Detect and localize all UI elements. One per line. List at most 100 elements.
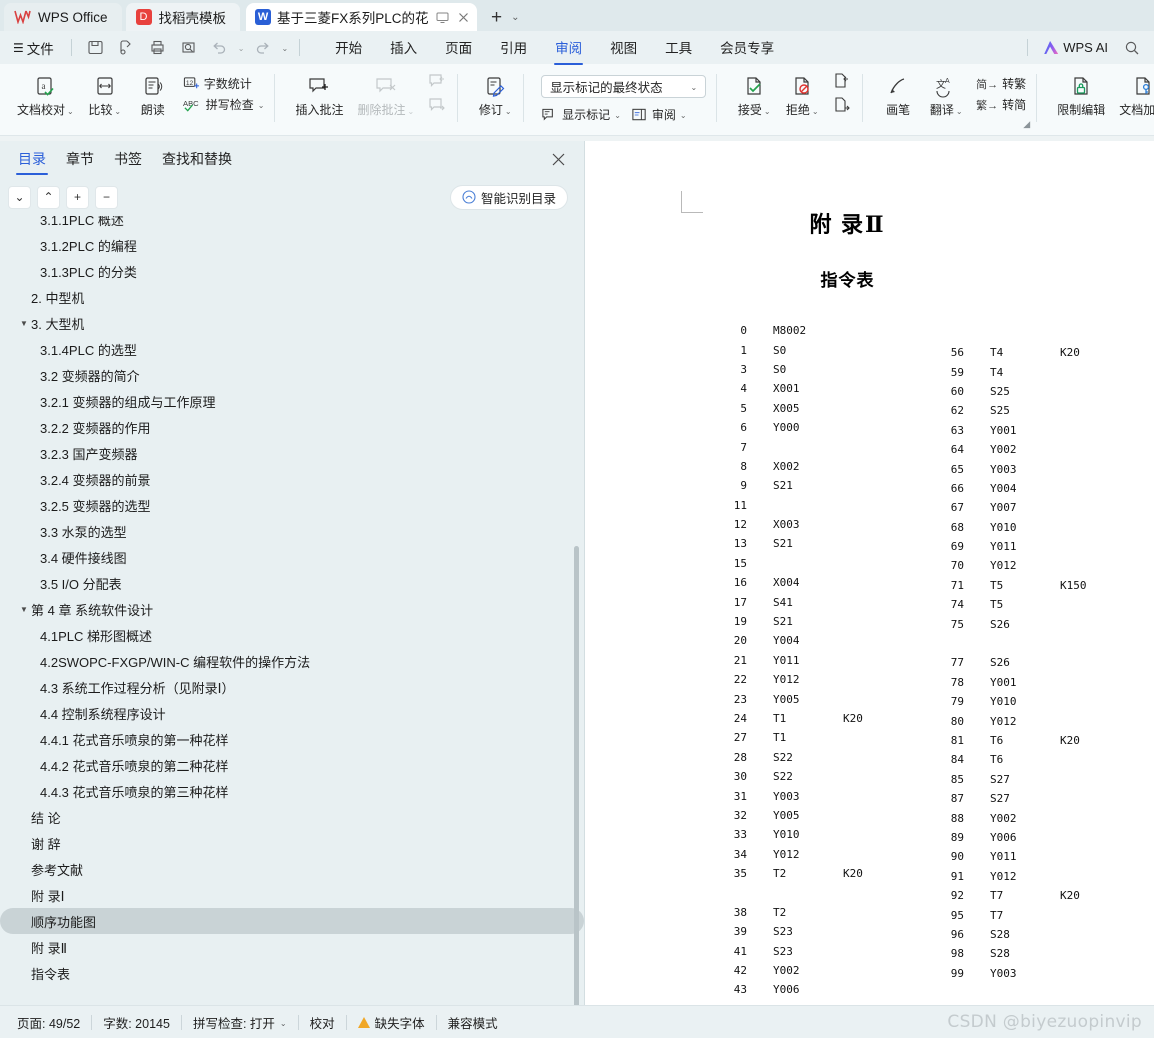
toc-item[interactable]: 4.3 系统工作过程分析（见附录Ⅰ） (0, 674, 584, 700)
nav-tab-bookmarks[interactable]: 书签 (104, 142, 152, 177)
chevron-down-icon[interactable]: ⌄ (407, 107, 414, 117)
simplified-to-traditional-button[interactable]: 简→ 转繁 (976, 75, 1026, 92)
toc-item[interactable]: 顺序功能图 (0, 908, 584, 934)
document-tab[interactable]: W 基于三菱FX系列PLC的花式音乐 (246, 3, 478, 31)
previous-comment-icon[interactable] (427, 73, 447, 90)
toc-item[interactable]: 3.3 水泵的选型 (0, 518, 584, 544)
chevron-down-icon[interactable]: ⌄ (690, 83, 697, 92)
chevron-down-icon[interactable]: ⌄ (764, 107, 771, 117)
word-count-indicator[interactable]: 字数: 20145 (92, 1013, 181, 1032)
chevron-down-icon[interactable]: ⌄ (505, 107, 512, 117)
wps-ai-button[interactable]: WPS AI (1037, 37, 1115, 58)
toc-item[interactable]: 附 录Ⅰ (0, 882, 584, 908)
collapse-level-button[interactable]: − (95, 185, 118, 209)
print-preview-icon[interactable] (176, 36, 201, 59)
nav-tab-toc[interactable]: 目录 (8, 142, 56, 177)
tab-list-chevron-icon[interactable]: ⌄ (511, 12, 519, 23)
toc-item[interactable]: 3.4 硬件接线图 (0, 544, 584, 570)
previous-change-icon[interactable] (832, 73, 852, 90)
toc-item[interactable]: 4.2SWOPC-FXGP/WIN-C 编程软件的操作方法 (0, 648, 584, 674)
spellcheck-indicator[interactable]: 拼写检查: 打开 ⌄ (182, 1013, 298, 1032)
toc-item[interactable]: 4.4 控制系统程序设计 (0, 700, 584, 726)
save-as-icon[interactable] (114, 36, 139, 59)
document-encrypt-button[interactable]: 文档加密 (1112, 69, 1154, 118)
show-markup-button[interactable]: 显示标记 ⌄ (541, 106, 621, 123)
toc-item[interactable]: 3.1.2PLC 的编程 (0, 232, 584, 258)
undo-dropdown-icon[interactable]: ⌄ (238, 44, 245, 53)
toc-item[interactable]: 4.4.1 花式音乐喷泉的第一种花样 (0, 726, 584, 752)
traditional-to-simplified-button[interactable]: 繁→ 转简 (976, 96, 1026, 113)
toc-item[interactable]: 4.4.3 花式音乐喷泉的第三种花样 (0, 778, 584, 804)
markup-state-dropdown[interactable]: 显示标记的最终状态 ⌄ (541, 75, 707, 98)
app-tab-template[interactable]: D 找稻壳模板 (125, 3, 241, 31)
read-aloud-button[interactable]: 朗读 (129, 69, 177, 118)
app-tab-wps-office[interactable]: WPS Office (4, 3, 122, 31)
chevron-down-icon[interactable]: ⌄ (812, 107, 819, 117)
collapse-next-button[interactable]: ⌄ (8, 185, 31, 209)
tab-member-exclusive[interactable]: 会员专享 (706, 32, 788, 63)
chevron-down-icon[interactable]: ⌄ (67, 107, 74, 117)
tab-start[interactable]: 开始 (321, 32, 376, 63)
compatibility-mode-indicator[interactable]: 兼容模式 (437, 1013, 509, 1032)
toc-item[interactable]: ▼ 第 4 章 系统软件设计 (0, 596, 584, 622)
pen-button[interactable]: 画笔 (874, 69, 922, 118)
toc-item[interactable]: 3.2.5 变频器的选型 (0, 492, 584, 518)
toc-item[interactable]: 指令表 (0, 960, 584, 986)
proofread-indicator[interactable]: 校对 (299, 1013, 346, 1032)
toc-item[interactable]: 3.1.3PLC 的分类 (0, 258, 584, 284)
next-comment-icon[interactable] (427, 97, 447, 114)
document-canvas[interactable]: 附 录Ⅱ 指令表 0 M8002 1 S0 3 S0 4 X001 5 X005 6 Y000 7 8 X0… (585, 141, 1154, 1005)
toc-item[interactable]: 参考文献 (0, 856, 584, 882)
chevron-down-icon[interactable]: ⌄ (280, 1019, 287, 1028)
quick-access-more-icon[interactable]: ⌄ (281, 44, 288, 53)
new-tab-controls[interactable]: + ⌄ (491, 8, 520, 27)
expand-level-button[interactable]: + (66, 185, 89, 209)
save-icon[interactable] (83, 36, 108, 59)
accept-button[interactable]: 接受 ⌄ (730, 69, 778, 118)
insert-comment-button[interactable]: 插入批注 (288, 69, 350, 118)
file-menu-button[interactable]: ☰ 文件 (7, 35, 60, 61)
spell-check-button[interactable]: ABC 拼写检查 ⌄ (183, 96, 265, 113)
chevron-down-icon[interactable]: ⌄ (614, 111, 621, 120)
close-icon[interactable] (541, 148, 576, 171)
tab-tools[interactable]: 工具 (651, 32, 706, 63)
page-indicator[interactable]: 页面: 49/52 (6, 1013, 91, 1032)
tab-review[interactable]: 审阅 (541, 32, 596, 65)
reviewing-pane-button[interactable]: 审阅 ⌄ (631, 106, 687, 123)
print-icon[interactable] (145, 36, 170, 59)
chevron-down-icon[interactable]: ⌄ (258, 101, 265, 110)
nav-tab-chapters[interactable]: 章节 (56, 142, 104, 177)
missing-font-indicator[interactable]: 缺失字体 (347, 1013, 436, 1032)
redo-icon[interactable] (250, 36, 275, 59)
twisty-expanded-icon[interactable]: ▼ (17, 319, 31, 328)
chevron-down-icon[interactable]: ⌄ (114, 107, 121, 117)
twisty-expanded-icon[interactable]: ▼ (17, 605, 31, 614)
reject-button[interactable]: 拒绝 ⌄ (778, 69, 826, 118)
word-count-button[interactable]: 12 字数统计 (183, 75, 265, 92)
toc-item[interactable]: 2. 中型机 (0, 284, 584, 310)
undo-icon[interactable] (207, 36, 232, 59)
delete-comment-button[interactable]: 删除批注 ⌄ (350, 69, 421, 118)
chevron-down-icon[interactable]: ⌄ (680, 111, 687, 120)
toc-item[interactable]: 3.2 变频器的简介 (0, 362, 584, 388)
restrict-editing-button[interactable]: 限制编辑 (1050, 69, 1112, 118)
tab-view[interactable]: 视图 (596, 32, 651, 63)
monitor-icon[interactable] (435, 10, 450, 25)
toc-item[interactable]: 3.1.1PLC 概述 (0, 216, 584, 232)
toc-item[interactable]: 3.2.2 变频器的作用 (0, 414, 584, 440)
proofread-button[interactable]: a 文档校对 ⌄ (10, 69, 81, 118)
smart-recognize-toc-button[interactable]: 智能识别目录 (449, 184, 568, 210)
toc-item[interactable]: 3.2.1 变频器的组成与工作原理 (0, 388, 584, 414)
search-icon[interactable] (1119, 36, 1144, 59)
next-change-icon[interactable] (832, 97, 852, 114)
toc-item[interactable]: 4.1PLC 梯形图概述 (0, 622, 584, 648)
compare-button[interactable]: 比较 ⌄ (81, 69, 129, 118)
toc-item[interactable]: 3.1.4PLC 的选型 (0, 336, 584, 362)
collapse-prev-button[interactable]: ⌃ (37, 185, 60, 209)
tab-page[interactable]: 页面 (431, 32, 486, 63)
toc-item[interactable]: 附 录Ⅱ (0, 934, 584, 960)
tab-insert[interactable]: 插入 (376, 32, 431, 63)
toc-scrollbar[interactable] (574, 546, 579, 1005)
dialog-launcher-icon[interactable]: ◢ (1023, 119, 1030, 130)
toc-item[interactable]: 结 论 (0, 804, 584, 830)
